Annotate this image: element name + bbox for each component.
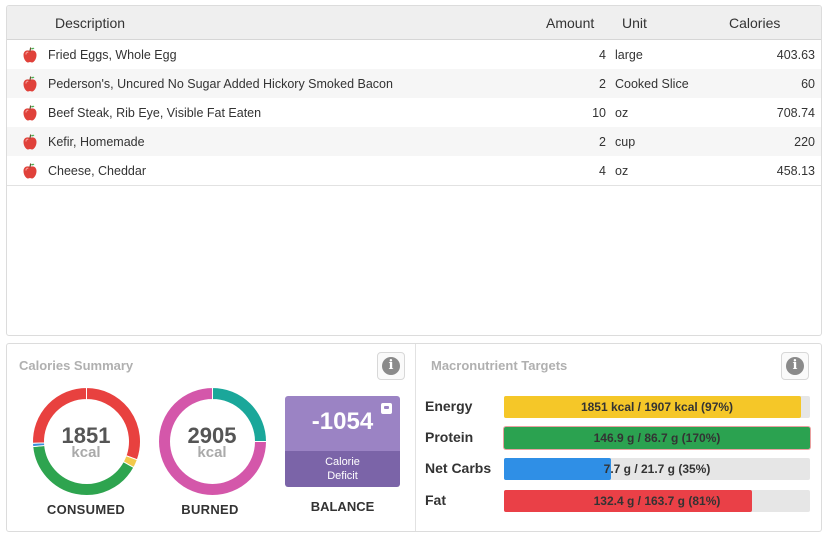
burned-caption: BURNED	[181, 502, 239, 517]
balance-card: -1054 Calorie Deficit	[285, 396, 400, 487]
macro-progress-text: 132.4 g / 163.7 g (81%)	[593, 494, 721, 508]
info-icon: i	[382, 357, 400, 375]
consumed-kcal-unit: kcal	[71, 444, 101, 461]
macro-progress-bar[interactable]: 1851 kcal / 1907 kcal (97%)	[504, 396, 810, 418]
table-row[interactable]: Beef Steak, Rib Eye, Visible Fat Eaten 10…	[7, 98, 821, 127]
scale-icon	[381, 403, 392, 414]
food-unit[interactable]: oz	[615, 106, 628, 120]
calories-summary-title: Calories Summary	[19, 358, 134, 373]
burned-kcal-unit: kcal	[197, 444, 227, 461]
food-description[interactable]: Beef Steak, Rib Eye, Visible Fat Eaten	[48, 106, 261, 120]
table-divider	[7, 185, 821, 186]
info-icon: i	[786, 357, 804, 375]
macronutrient-targets-title: Macronutrient Targets	[431, 358, 568, 373]
column-header-description[interactable]: Description	[55, 15, 125, 31]
panel-divider	[415, 344, 416, 531]
apple-icon	[21, 133, 39, 151]
food-calories: 403.63	[776, 48, 815, 62]
macro-progress-bar[interactable]: 132.4 g / 163.7 g (81%)	[504, 490, 810, 512]
table-header: Description Amount Unit Calories	[7, 6, 821, 40]
food-unit[interactable]: cup	[615, 135, 635, 149]
macro-label-fat: Fat	[425, 492, 446, 508]
balance-caption: BALANCE	[310, 499, 375, 514]
apple-icon	[21, 104, 39, 122]
macro-label-net-carbs: Net Carbs	[425, 460, 492, 476]
table-row[interactable]: Pederson's, Uncured No Sugar Added Hicko…	[7, 69, 821, 98]
food-calories: 220	[794, 135, 815, 149]
macro-label-energy: Energy	[425, 398, 473, 414]
apple-icon	[21, 46, 39, 64]
food-log-table: Description Amount Unit Calories Fried E…	[6, 5, 822, 336]
food-calories: 708.74	[776, 106, 815, 120]
macro-progress-bar[interactable]: 146.9 g / 86.7 g (170%)	[504, 427, 810, 449]
food-amount[interactable]: 2	[599, 77, 606, 91]
food-amount[interactable]: 2	[599, 135, 606, 149]
food-amount[interactable]: 4	[599, 48, 606, 62]
macronutrient-info-button[interactable]: i	[781, 352, 809, 380]
macro-progress-text: 1851 kcal / 1907 kcal (97%)	[580, 400, 734, 414]
food-amount[interactable]: 10	[592, 106, 606, 120]
food-unit[interactable]: oz	[615, 164, 628, 178]
macro-progress-text: 146.9 g / 86.7 g (170%)	[593, 431, 721, 445]
apple-icon	[21, 162, 39, 180]
column-header-amount[interactable]: Amount	[546, 15, 594, 31]
table-row[interactable]: Fried Eggs, Whole Egg 4 large 403.63	[7, 40, 821, 69]
food-description[interactable]: Kefir, Homemade	[48, 135, 145, 149]
macro-label-protein: Protein	[425, 429, 474, 445]
macro-progress-text: 7.7 g / 21.7 g (35%)	[603, 462, 711, 476]
calories-summary-info-button[interactable]: i	[377, 352, 405, 380]
consumed-caption: CONSUMED	[46, 502, 126, 517]
food-calories: 60	[801, 77, 815, 91]
balance-label-line1: Calorie	[325, 456, 360, 468]
food-description[interactable]: Pederson's, Uncured No Sugar Added Hicko…	[48, 77, 393, 91]
table-row[interactable]: Kefir, Homemade 2 cup 220	[7, 127, 821, 156]
food-unit[interactable]: large	[615, 48, 643, 62]
food-unit[interactable]: Cooked Slice	[615, 77, 689, 91]
food-calories: 458.13	[776, 164, 815, 178]
summary-panel: Calories Summary i 1851 kcal CONSUMED 29…	[6, 343, 822, 532]
column-header-unit[interactable]: Unit	[622, 15, 647, 31]
food-description[interactable]: Fried Eggs, Whole Egg	[48, 48, 177, 62]
column-header-calories[interactable]: Calories	[729, 15, 780, 31]
macro-progress-bar[interactable]: 7.7 g / 21.7 g (35%)	[504, 458, 810, 480]
food-amount[interactable]: 4	[599, 164, 606, 178]
table-row[interactable]: Cheese, Cheddar 4 oz 458.13	[7, 156, 821, 185]
balance-label-line2: Deficit	[327, 470, 358, 482]
food-description[interactable]: Cheese, Cheddar	[48, 164, 146, 178]
table-body: Fried Eggs, Whole Egg 4 large 403.63 Pederso…	[7, 40, 821, 185]
apple-icon	[21, 75, 39, 93]
